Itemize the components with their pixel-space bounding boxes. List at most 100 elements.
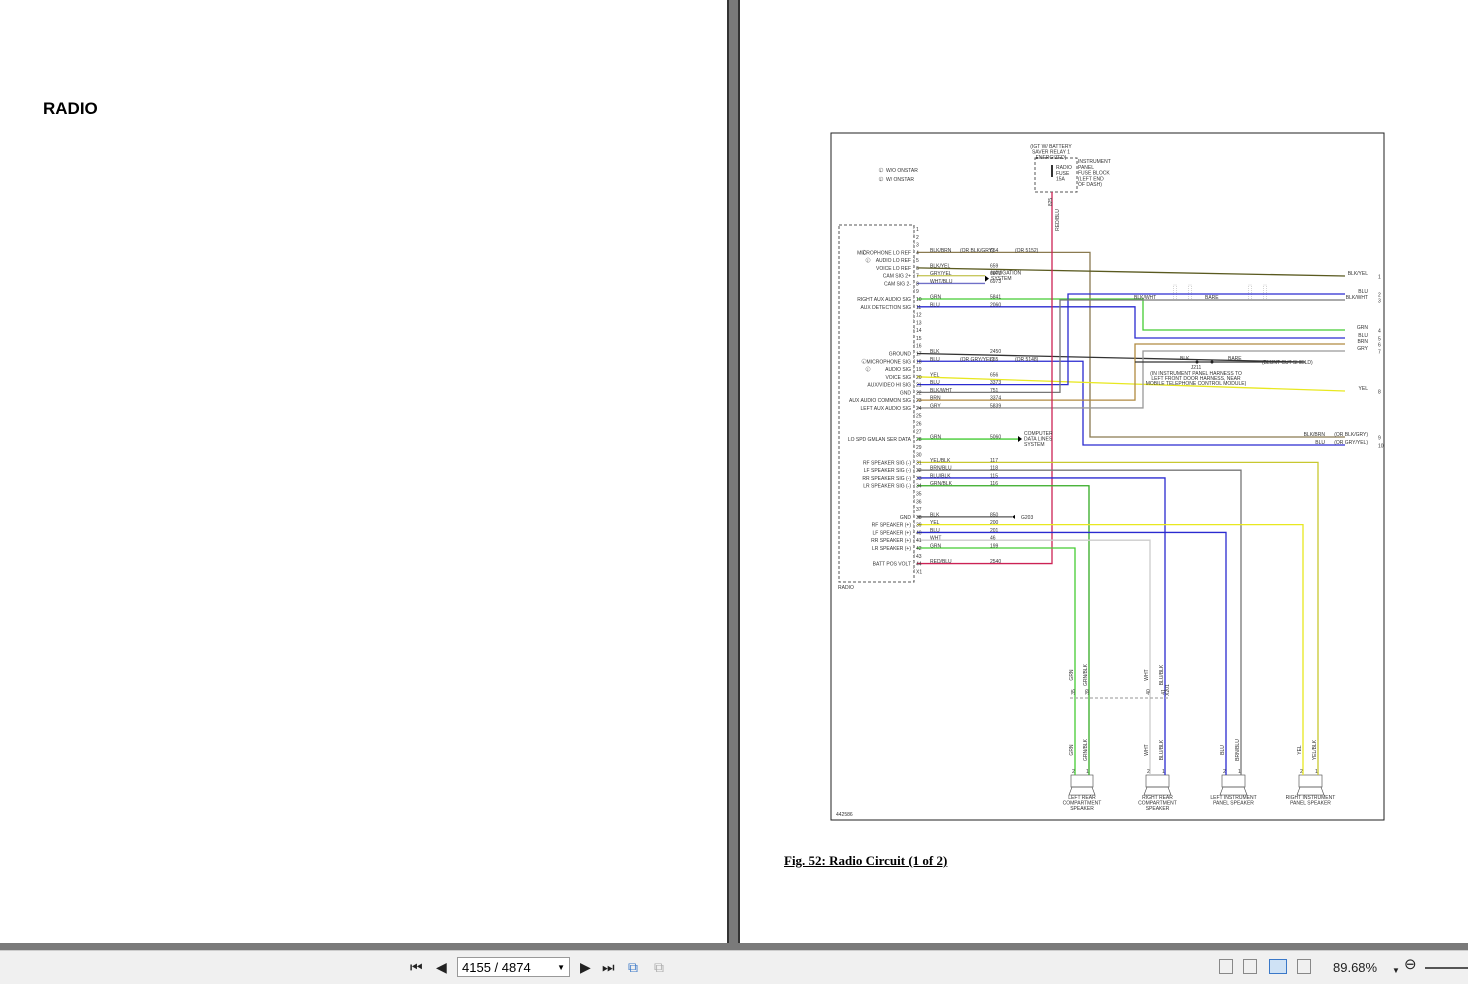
pin-function-label: AUX/VIDEO HI SIG xyxy=(867,383,911,389)
pin-number: 7 xyxy=(916,274,919,280)
pin-function-label: LF SPEAKER (+) xyxy=(873,530,912,536)
pin-number: 20 xyxy=(916,375,922,381)
pin-function-label: RR SPEAKER SIG (-) xyxy=(862,476,911,482)
next-view-icon[interactable]: ⧉ xyxy=(654,959,664,975)
wire-color-label: BLU xyxy=(930,528,940,534)
output-wire-label: GRY xyxy=(1357,346,1368,352)
wire-color-label: BLK xyxy=(930,349,940,355)
circuit-number: 659 xyxy=(990,263,999,269)
circuit-number: 3374 xyxy=(990,396,1001,402)
wire-color-label: BLU/BLK xyxy=(930,473,951,479)
pin-number: 10 xyxy=(916,297,922,303)
fuse-header: ENERGIZED) xyxy=(1036,155,1067,161)
pin-function-label: VOICE LO REF xyxy=(876,266,911,272)
wire-alt-color-note: (OR GRY/YEL) xyxy=(960,357,994,363)
circuit-number: 2450 xyxy=(990,349,1001,355)
pin-number: 18 xyxy=(916,359,922,365)
facing-view-icon[interactable] xyxy=(1269,959,1287,974)
pin-number: 14 xyxy=(916,328,922,334)
continuous-view-icon[interactable] xyxy=(1243,959,1257,974)
next-page-icon[interactable]: ▶ xyxy=(580,959,591,975)
circuit-alt-note: (OR 5152) xyxy=(1015,248,1039,254)
wire-color-label: BLU xyxy=(930,357,940,363)
circuit-number: 5841 xyxy=(990,295,1001,301)
speaker-pin-number: 2 xyxy=(1300,769,1303,775)
pin-number: 36 xyxy=(916,499,922,505)
navigation-system-label: SYSTEM xyxy=(991,276,1012,282)
zoom-slider[interactable] xyxy=(1425,967,1468,969)
output-wire-label: BLK/BRN xyxy=(1304,432,1326,438)
circuit-number: 2540 xyxy=(990,559,1001,565)
continuous-facing-view-icon[interactable] xyxy=(1297,959,1311,974)
pin-number: 42 xyxy=(916,546,922,552)
output-wire-note: (OR GRY/YEL) xyxy=(1334,440,1368,446)
pin-function-label: RIGHT AUX AUDIO SIG xyxy=(857,297,911,303)
last-page-icon[interactable]: ⏭ xyxy=(602,959,615,975)
zoom-level[interactable]: 89.68% xyxy=(1333,960,1377,975)
wire-color-label: BLK/BRN xyxy=(930,248,952,254)
inline-pin-number: 39 xyxy=(1085,689,1091,695)
circuit-number: 5839 xyxy=(990,403,1001,409)
wire-color-label: BLK xyxy=(930,512,940,518)
pin-number: 30 xyxy=(916,453,922,459)
pin-number: 23 xyxy=(916,398,922,404)
splice-bare-label: BARE xyxy=(1228,356,1242,362)
pin-function-label: RF SPEAKER SIG (-) xyxy=(863,460,911,466)
pin-number: 25 xyxy=(916,414,922,420)
feed-wire-label: RED/BLU xyxy=(1055,209,1061,231)
inline-pin-number: 40 xyxy=(1146,689,1152,695)
pin-number: 9 xyxy=(916,289,919,295)
pin-number: 2 xyxy=(916,235,919,241)
speaker-name: PANEL SPEAKER xyxy=(1290,801,1331,807)
splice-bare-label: BARE xyxy=(1205,295,1219,301)
speaker-name: PANEL SPEAKER xyxy=(1213,801,1254,807)
pin-function-label: GND xyxy=(900,515,912,521)
page-number-input[interactable]: 4155 / 4874 ▼ xyxy=(457,957,570,977)
speaker-pin-number: 1 xyxy=(1238,769,1241,775)
circuit-alt-note: (OR 5148) xyxy=(1015,357,1039,363)
prev-page-icon[interactable]: ◀ xyxy=(436,959,447,975)
output-number: 1 xyxy=(1378,275,1381,281)
circuit-number: 118 xyxy=(990,466,998,472)
output-wire-label: GRN xyxy=(1357,325,1369,331)
ground-reference: G203 xyxy=(1021,515,1033,521)
wire-color-label: WHT xyxy=(930,536,941,542)
speaker-wire-label: BLU/BLK xyxy=(1159,739,1165,760)
first-page-icon[interactable]: ⏮ xyxy=(410,959,423,975)
circuit-number: 3373 xyxy=(990,380,1001,386)
pin-number: 5 xyxy=(916,258,919,264)
speaker-wire-label: GRN xyxy=(1069,744,1075,756)
zoom-dropdown-icon[interactable]: ▼ xyxy=(1392,963,1400,979)
wire-color-label: GRN xyxy=(930,543,942,549)
wire-alt-color-note: (OR BLK/GRY) xyxy=(960,248,994,254)
prev-view-icon[interactable]: ⧉ xyxy=(628,959,638,975)
single-page-view-icon[interactable] xyxy=(1219,959,1233,974)
pin-function-label: LF SPEAKER SIG (-) xyxy=(864,468,912,474)
pin-number: 3 xyxy=(916,243,919,249)
page-indicator: 4155 / 4874 xyxy=(462,960,531,975)
pin-number: 12 xyxy=(916,313,922,319)
speaker-pin-number: 2 xyxy=(1147,769,1150,775)
pin-number: 44 xyxy=(916,562,922,568)
wire-color-label: YEL xyxy=(930,372,940,378)
speaker-name: SPEAKER xyxy=(1146,806,1170,812)
pin-number: 40 xyxy=(916,530,922,536)
speaker-pin-number: 2 xyxy=(1223,769,1226,775)
pin-number: 22 xyxy=(916,390,922,396)
pin-number: 11 xyxy=(916,305,921,311)
circuit-number: 201 xyxy=(990,528,999,534)
pin-number: 33 xyxy=(916,476,922,482)
pin-number: 41 xyxy=(916,538,922,544)
chevron-down-icon[interactable]: ▼ xyxy=(557,958,565,978)
output-number: 9 xyxy=(1378,436,1381,442)
pin-number: 27 xyxy=(916,429,922,435)
circuit-number: 2060 xyxy=(990,302,1001,308)
speaker-upper-wire-label: BLU/BLK xyxy=(1159,664,1165,685)
speaker-upper-wire-label: GRN xyxy=(1069,669,1075,681)
wire-color-label: WHT/BLU xyxy=(930,279,953,285)
wire-color-label: GRN xyxy=(930,295,942,301)
inline-connector-name: X201 xyxy=(1165,684,1171,696)
pin-function-label: LEFT AUX AUDIO SIG xyxy=(861,406,912,412)
circuit-number: 117 xyxy=(990,458,998,464)
zoom-out-icon[interactable]: ⊖ xyxy=(1404,957,1417,973)
